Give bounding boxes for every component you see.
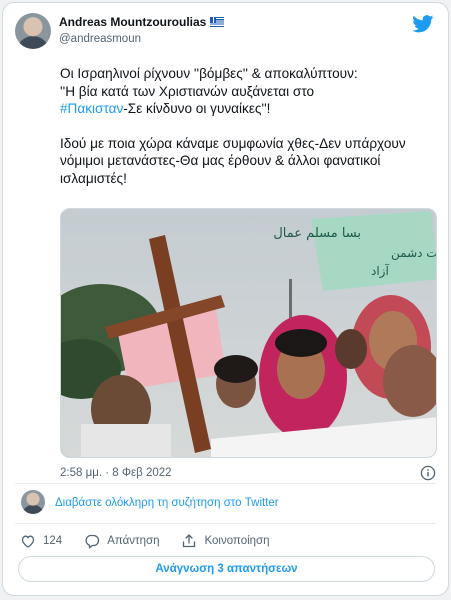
read-replies-button[interactable]: Ανάγνωση 3 απαντήσεων: [18, 556, 435, 582]
author-handle[interactable]: @andreasmoun: [59, 33, 141, 45]
divider: [15, 483, 436, 484]
share-icon: [183, 534, 196, 548]
tweet-photo[interactable]: بسا مسلم عمال عورت دشمن آزاد: [60, 208, 437, 458]
author-name-row: Andreas Mountzouroulias: [59, 15, 225, 29]
share-button[interactable]: Κοινοποίηση: [181, 533, 270, 549]
tweet-text-part: Οι Ισραηλινοί ρίχνουν ''βόμβες'' & αποκα…: [60, 66, 358, 99]
info-icon[interactable]: [420, 465, 436, 481]
tweet-paragraph-2: Ιδού με ποια χώρα κάναμε συμφωνία χθες-Δ…: [60, 135, 406, 186]
like-button[interactable]: 124: [20, 533, 62, 549]
tweet-text-part: -Σε κίνδυνο οι γυναίκες''!: [123, 101, 271, 116]
read-thread-link[interactable]: Διαβάστε ολόκληρη τη συζήτηση στο Twitte…: [55, 497, 279, 509]
placard-text-line: بسا مسلم عمال: [273, 226, 361, 241]
twitter-logo-icon[interactable]: [412, 15, 434, 33]
thread-avatar: [21, 490, 45, 514]
reply-button[interactable]: Απάντηση: [84, 533, 159, 549]
tweet-paragraph-1: Οι Ισραηλινοί ρίχνουν ''βόμβες'' & αποκα…: [60, 65, 440, 118]
protest-photo-illustration: بسا مسلم عمال عورت دشمن آزاد: [61, 209, 437, 457]
author-name[interactable]: Andreas Mountzouroulias: [59, 15, 206, 29]
reply-bubble-icon: [85, 534, 100, 549]
hashtag-link[interactable]: #Πακισταν: [60, 101, 123, 116]
tweet-text: Οι Ισραηλινοί ρίχνουν ''βόμβες'' & αποκα…: [60, 65, 440, 187]
heart-icon: [21, 535, 35, 548]
placard-text-line: عورت دشمن: [391, 246, 437, 261]
tweet-timestamp[interactable]: 2:58 μμ. · 8 Φεβ 2022: [60, 467, 437, 479]
placard-text-line: آزاد: [371, 263, 389, 279]
share-label: Κοινοποίηση: [204, 535, 270, 547]
action-bar: 124 Απάντηση Κοινοποίηση: [20, 533, 292, 549]
divider: [15, 523, 436, 524]
like-count: 124: [43, 535, 63, 547]
reply-label: Απάντηση: [107, 535, 160, 547]
greek-flag-icon: [210, 17, 225, 27]
author-avatar[interactable]: [15, 13, 51, 49]
tweet-card: Andreas Mountzouroulias @andreasmoun Οι …: [2, 2, 449, 596]
